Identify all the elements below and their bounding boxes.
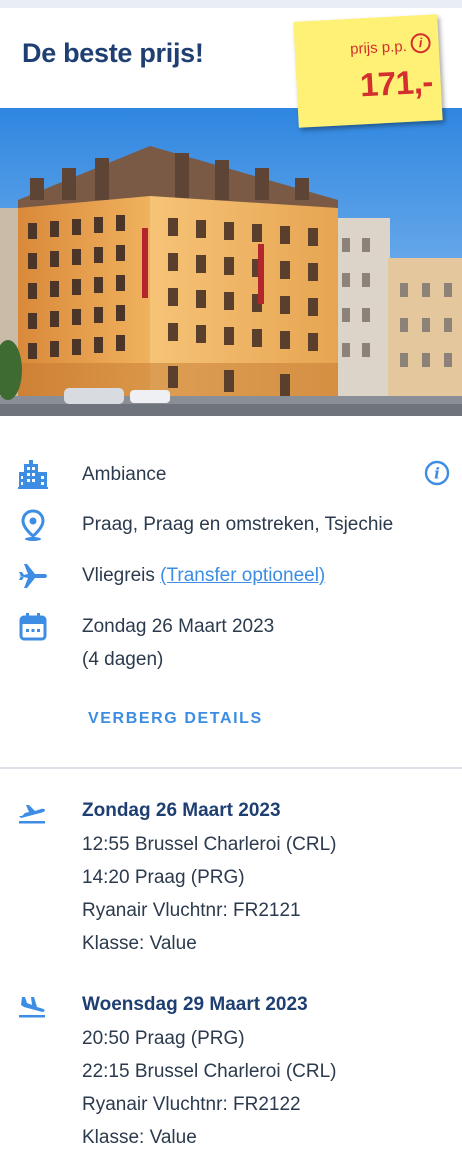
plane-arrival-icon — [16, 994, 48, 1022]
price-value: 171,- — [359, 62, 434, 104]
hotel-photo — [0, 108, 462, 416]
detail-row-location: Praag, Praag en omstreken, Tsjechie — [0, 508, 462, 548]
travel-type-label: Vliegreis — [82, 565, 155, 586]
flight-number: Ryanair Vluchtnr: FR2121 — [82, 900, 301, 921]
plane-departure-icon — [16, 800, 48, 828]
hide-details-button[interactable]: VERBERG DETAILS — [88, 710, 263, 728]
travel-type: Vliegreis (Transfer optioneel) — [82, 565, 325, 587]
building-icon — [16, 458, 50, 492]
price-tag: prijs p.p. i 171,- — [293, 14, 443, 128]
flight-arrival: 22:15 Brussel Charleroi (CRL) — [82, 1061, 337, 1082]
detail-row-travel: Vliegreis (Transfer optioneel) — [0, 559, 462, 599]
flight-arrival: 14:20 Praag (PRG) — [82, 867, 245, 888]
hotel-name: Ambiance — [82, 464, 167, 485]
travel-date: Zondag 26 Maart 2023 — [82, 616, 275, 637]
info-icon[interactable]: i — [424, 460, 450, 486]
flight-departure: 20:50 Praag (PRG) — [82, 1028, 245, 1049]
detail-row-date: Zondag 26 Maart 2023 (4 dagen) — [0, 610, 462, 680]
flight-class: Klasse: Value — [82, 1127, 197, 1148]
hotel-location: Praag, Praag en omstreken, Tsjechie — [82, 514, 394, 535]
airplane-icon — [16, 559, 50, 593]
flight-date: Zondag 26 Maart 2023 — [82, 800, 281, 821]
flight-class: Klasse: Value — [82, 933, 197, 954]
travel-duration: (4 dagen) — [82, 649, 164, 670]
svg-text:i: i — [434, 465, 440, 483]
map-pin-icon — [16, 508, 50, 542]
hotel-building-image — [0, 108, 462, 416]
transfer-link[interactable]: (Transfer optioneel) — [160, 565, 325, 586]
price-label: prijs p.p. — [349, 37, 408, 58]
price-info-icon[interactable]: i — [410, 32, 432, 54]
calendar-icon — [16, 610, 50, 644]
flight-date: Woensdag 29 Maart 2023 — [82, 994, 308, 1015]
top-strip — [0, 0, 462, 8]
flight-departure: 12:55 Brussel Charleroi (CRL) — [82, 834, 337, 855]
deal-title: De beste prijs! — [22, 38, 204, 68]
flight-number: Ryanair Vluchtnr: FR2122 — [82, 1094, 301, 1115]
divider — [0, 767, 462, 769]
detail-row-hotel: Ambiance — [0, 458, 462, 498]
